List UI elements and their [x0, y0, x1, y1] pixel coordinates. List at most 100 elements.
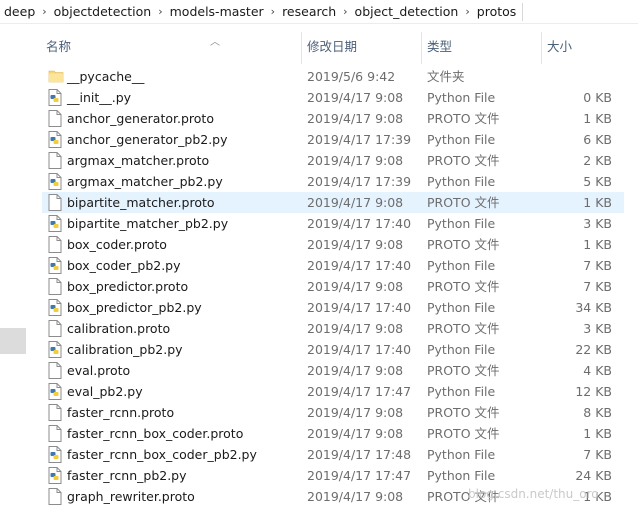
file-size: 24 KB	[575, 468, 612, 483]
chevron-right-icon[interactable]: ›	[462, 5, 472, 18]
python-file-icon	[48, 341, 62, 358]
file-row[interactable]: calibration.proto 2019/4/17 9:08 PROTO 文件 3…	[42, 318, 624, 339]
column-header-type[interactable]: 类型	[421, 32, 541, 64]
breadcrumb-item-protos[interactable]: protos	[473, 4, 521, 19]
chevron-right-icon[interactable]: ›	[39, 5, 49, 18]
column-header-date[interactable]: 修改日期	[301, 32, 421, 64]
breadcrumb-item-deep[interactable]: deep	[0, 4, 39, 19]
file-name: argmax_matcher_pb2.py	[67, 174, 223, 189]
file-name: __init__.py	[67, 90, 132, 105]
file-type: PROTO 文件	[427, 279, 500, 294]
file-date: 2019/4/17 9:08	[307, 363, 404, 378]
file-date: 2019/4/17 9:08	[307, 279, 404, 294]
file-date: 2019/4/17 17:39	[307, 174, 412, 189]
file-date: 2019/4/17 9:08	[307, 426, 404, 441]
file-type: Python File	[427, 132, 496, 147]
file-row[interactable]: faster_rcnn_pb2.py 2019/4/17 17:47 Python …	[42, 465, 624, 486]
file-name: eval.proto	[67, 363, 131, 378]
file-name: anchor_generator.proto	[67, 111, 214, 126]
navigation-pane-scroll-thumb[interactable]	[0, 328, 26, 354]
file-row[interactable]: faster_rcnn_box_coder_pb2.py 2019/4/17 17…	[42, 444, 624, 465]
python-file-icon	[48, 131, 62, 148]
chevron-right-icon[interactable]: ›	[340, 5, 350, 18]
file-row[interactable]: eval_pb2.py 2019/4/17 17:47 Python File 12 …	[42, 381, 624, 402]
file-name: box_coder_pb2.py	[67, 258, 181, 273]
file-date: 2019/4/17 17:48	[307, 447, 412, 462]
file-name: calibration.proto	[67, 321, 171, 336]
breadcrumb-item-object-detection[interactable]: object_detection	[351, 4, 463, 19]
python-file-icon	[48, 299, 62, 316]
file-type: PROTO 文件	[427, 321, 500, 336]
blank-file-icon	[48, 194, 62, 211]
file-date: 2019/4/17 17:40	[307, 300, 412, 315]
chevron-right-icon[interactable]: ›	[268, 5, 278, 18]
file-row[interactable]: bipartite_matcher.proto 2019/4/17 9:08 PRO…	[42, 192, 624, 213]
file-row[interactable]: faster_rcnn.proto 2019/4/17 9:08 PROTO 文件 8…	[42, 402, 624, 423]
file-date: 2019/4/17 17:39	[307, 132, 412, 147]
breadcrumb-item-research[interactable]: research	[278, 4, 340, 19]
file-size: 1 KB	[583, 195, 612, 210]
file-row[interactable]: box_predictor_pb2.py 2019/4/17 17:40 Pytho…	[42, 297, 624, 318]
file-name: calibration_pb2.py	[67, 342, 183, 357]
column-header-name[interactable]: 名称 ︿	[46, 32, 300, 64]
file-row[interactable]: __init__.py 2019/4/17 9:08 Python File 0 KB	[42, 87, 624, 108]
file-date: 2019/4/17 9:08	[307, 321, 404, 336]
file-row[interactable]: box_coder.proto 2019/4/17 9:08 PROTO 文件 1 K…	[42, 234, 624, 255]
file-type: Python File	[427, 447, 496, 462]
file-type: 文件夹	[427, 69, 465, 84]
chevron-right-icon[interactable]: ›	[155, 5, 165, 18]
file-type: Python File	[427, 342, 496, 357]
file-row[interactable]: eval.proto 2019/4/17 9:08 PROTO 文件 4 KB	[42, 360, 624, 381]
file-date: 2019/4/17 17:47	[307, 384, 412, 399]
file-type: PROTO 文件	[427, 363, 500, 378]
file-type: Python File	[427, 384, 496, 399]
python-file-icon	[48, 383, 62, 400]
file-type: Python File	[427, 300, 496, 315]
file-date: 2019/4/17 9:08	[307, 489, 404, 504]
file-type: PROTO 文件	[427, 405, 500, 420]
file-size: 3 KB	[583, 321, 612, 336]
breadcrumb-item-models-master[interactable]: models-master	[166, 4, 268, 19]
file-size: 1 KB	[583, 111, 612, 126]
column-header-date-label: 修改日期	[307, 39, 358, 54]
file-row[interactable]: bipartite_matcher_pb2.py 2019/4/17 17:40 P…	[42, 213, 624, 234]
file-row[interactable]: anchor_generator.proto 2019/4/17 9:08 PROT…	[42, 108, 624, 129]
blank-file-icon	[48, 236, 62, 253]
column-header-size[interactable]: 大小	[541, 32, 621, 64]
file-row[interactable]: anchor_generator_pb2.py 2019/4/17 17:39 Py…	[42, 129, 624, 150]
file-name: argmax_matcher.proto	[67, 153, 210, 168]
column-header-size-label: 大小	[547, 39, 573, 54]
file-size: 34 KB	[575, 300, 612, 315]
blank-file-icon	[48, 152, 62, 169]
file-name: anchor_generator_pb2.py	[67, 132, 228, 147]
blank-file-icon	[48, 362, 62, 379]
file-size: 7 KB	[583, 447, 612, 462]
breadcrumb-item-objectdetection[interactable]: objectdetection	[50, 4, 156, 19]
file-row[interactable]: box_predictor.proto 2019/4/17 9:08 PROTO 文…	[42, 276, 624, 297]
file-name: box_coder.proto	[67, 237, 167, 252]
file-row[interactable]: box_coder_pb2.py 2019/4/17 17:40 Python Fi…	[42, 255, 624, 276]
file-name: box_predictor_pb2.py	[67, 300, 202, 315]
file-row[interactable]: __pycache__ 2019/5/6 9:42 文件夹	[42, 66, 624, 87]
file-date: 2019/4/17 9:08	[307, 111, 404, 126]
file-size: 3 KB	[583, 216, 612, 231]
file-size: 5 KB	[583, 174, 612, 189]
file-name: faster_rcnn.proto	[67, 405, 175, 420]
file-type: PROTO 文件	[427, 153, 500, 168]
file-row[interactable]: faster_rcnn_box_coder.proto 2019/4/17 9:0…	[42, 423, 624, 444]
python-file-icon	[48, 446, 62, 463]
file-date: 2019/4/17 17:40	[307, 258, 412, 273]
file-size: 6 KB	[583, 132, 612, 147]
file-row[interactable]: argmax_matcher_pb2.py 2019/4/17 17:39 Pyth…	[42, 171, 624, 192]
vertical-scrollbar[interactable]	[626, 32, 638, 514]
column-header-name-label: 名称	[46, 39, 72, 54]
file-row[interactable]: argmax_matcher.proto 2019/4/17 9:08 PROTO …	[42, 150, 624, 171]
file-row[interactable]: calibration_pb2.py 2019/4/17 17:40 Python …	[42, 339, 624, 360]
file-date: 2019/4/17 9:08	[307, 90, 404, 105]
breadcrumb: deep › objectdetection › models-master ›…	[0, 0, 638, 24]
folder-icon	[48, 68, 64, 85]
file-name: graph_rewriter.proto	[67, 489, 195, 504]
file-name: faster_rcnn_box_coder_pb2.py	[67, 447, 257, 462]
file-type: PROTO 文件	[427, 195, 500, 210]
file-date: 2019/5/6 9:42	[307, 69, 396, 84]
